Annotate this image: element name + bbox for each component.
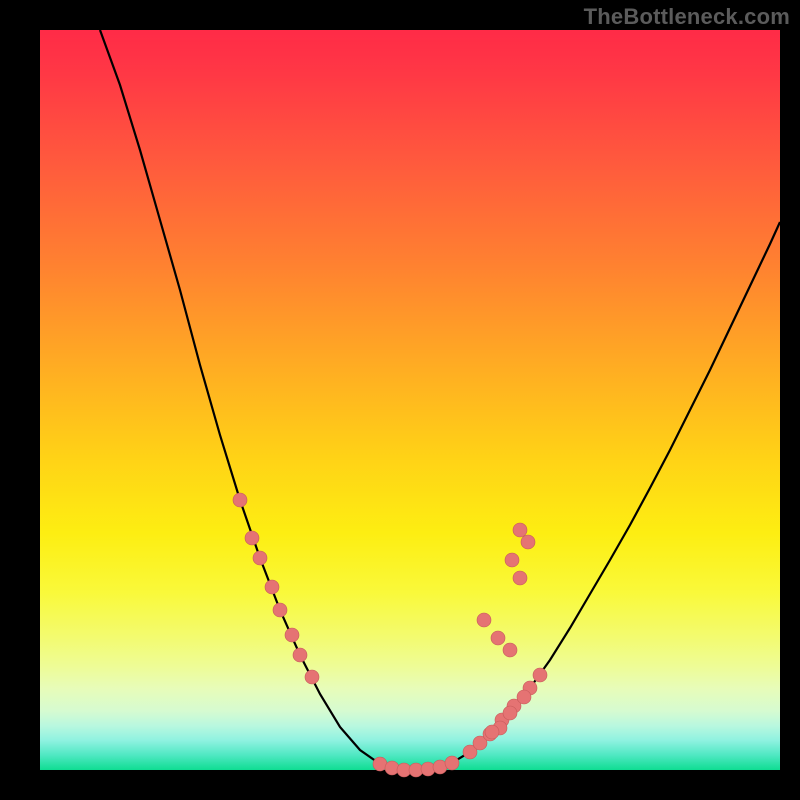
marker-right_arm [477,613,491,627]
chart-frame: TheBottleneck.com [0,0,800,800]
marker-right_arm [521,535,535,549]
marker-right_arm [513,523,527,537]
marker-right_arm [517,690,531,704]
marker-trough [421,762,435,776]
watermark-text: TheBottleneck.com [584,4,790,30]
marker-left_arm [273,603,287,617]
marker-right_arm [503,643,517,657]
marker-left_arm [293,648,307,662]
marker-right_arm [503,706,517,720]
marker-left_arm [245,531,259,545]
curve-path [100,30,780,770]
data-markers [233,493,547,777]
marker-trough [445,756,459,770]
marker-right_arm [533,668,547,682]
marker-right_arm [485,725,499,739]
marker-left_arm [233,493,247,507]
marker-left_arm [285,628,299,642]
marker-left_arm [253,551,267,565]
marker-left_arm [265,580,279,594]
marker-right_arm [491,631,505,645]
marker-right_arm [505,553,519,567]
marker-left_arm [305,670,319,684]
marker-right_arm [513,571,527,585]
marker-trough [385,761,399,775]
plot-area [40,30,780,770]
bottleneck-curve [40,30,780,770]
